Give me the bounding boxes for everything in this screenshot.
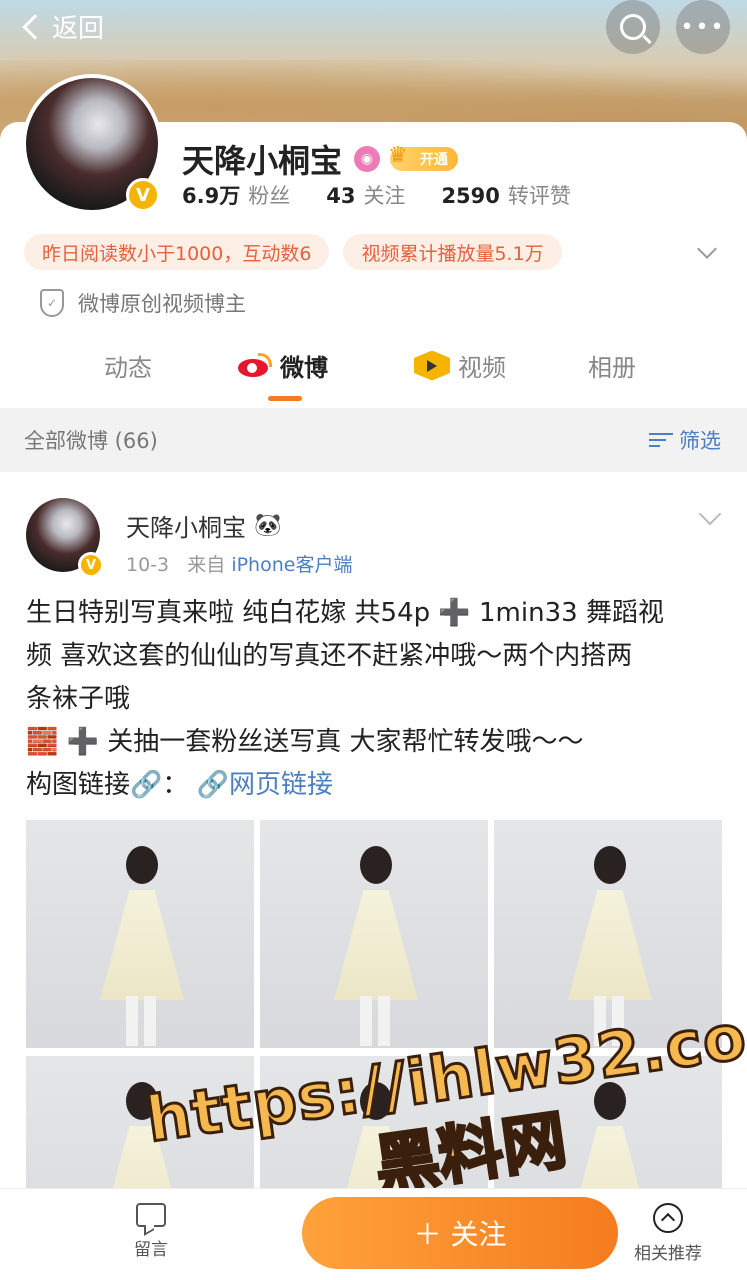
stat-value: 43 bbox=[326, 184, 356, 208]
post-menu-chevron-icon[interactable] bbox=[698, 502, 722, 526]
tab-video[interactable]: 视频 bbox=[414, 348, 506, 383]
photo-thumbnail[interactable] bbox=[494, 820, 722, 1048]
recommend-button[interactable]: 相关推荐 bbox=[634, 1203, 702, 1264]
photo-thumbnail[interactable] bbox=[26, 820, 254, 1048]
back-label: 返回 bbox=[52, 14, 105, 44]
stat-followers[interactable]: 6.9万 粉丝 bbox=[182, 180, 290, 210]
post-from-prefix: 来自 bbox=[187, 554, 226, 576]
profile-stats: 6.9万 粉丝 43 关注 2590 转评赞 bbox=[182, 180, 607, 210]
web-link[interactable]: 🔗网页链接 bbox=[197, 770, 333, 800]
stat-following[interactable]: 43 关注 bbox=[326, 180, 405, 210]
comment-icon bbox=[136, 1203, 166, 1227]
tab-label: 视频 bbox=[458, 354, 506, 382]
search-button[interactable] bbox=[606, 0, 660, 54]
filter-button[interactable]: 筛选 bbox=[649, 425, 721, 455]
more-button[interactable]: ••• bbox=[676, 0, 730, 54]
stat-label: 转评赞 bbox=[507, 184, 571, 208]
chevron-left-icon bbox=[22, 13, 48, 40]
post-line: 条袜子哦 bbox=[26, 684, 131, 714]
chevron-up-circle-icon bbox=[653, 1203, 683, 1233]
tag-video-plays[interactable]: 视频累计播放量5.1万 bbox=[343, 234, 562, 270]
shield-icon: ✓ bbox=[40, 289, 64, 317]
post-line: 🧱 ➕ 关抽一套粉丝送写真 大家帮忙转发哦～～ bbox=[26, 727, 584, 757]
video-play-icon bbox=[414, 350, 450, 381]
creator-badge-icon[interactable]: ◉ bbox=[354, 146, 381, 172]
filter-label: 筛选 bbox=[679, 429, 721, 453]
tab-album[interactable]: 相册 bbox=[588, 348, 636, 383]
post-link-line: 构图链接🔗： 🔗网页链接 bbox=[26, 764, 726, 807]
stat-label: 关注 bbox=[363, 184, 406, 208]
profile-name-row: 天降小桐宝 ◉ ♛ 开通 bbox=[182, 136, 459, 182]
post-author[interactable]: 天降小桐宝 🐼 bbox=[126, 508, 281, 543]
stat-value: 6.9万 bbox=[182, 184, 241, 208]
comment-label: 留言 bbox=[134, 1240, 168, 1260]
tab-label: 相册 bbox=[588, 354, 636, 382]
post-date: 10-3 bbox=[126, 554, 170, 576]
stat-value: 2590 bbox=[441, 184, 500, 208]
tab-dynamic[interactable]: 动态 bbox=[104, 348, 152, 383]
panda-emoji-icon: 🐼 bbox=[254, 513, 282, 538]
profile-name: 天降小桐宝 bbox=[182, 142, 343, 180]
comment-button[interactable]: 留言 bbox=[134, 1203, 168, 1260]
vip-label: 开通 bbox=[420, 152, 449, 168]
verified-badge-icon: V bbox=[78, 552, 104, 578]
follow-button[interactable]: ＋ 关注 bbox=[302, 1197, 618, 1269]
post-author-name: 天降小桐宝 bbox=[126, 514, 246, 542]
post-text: 生日特别写真来啦 纯白花嫁 共54p ➕ 1min33 舞蹈视 频 喜欢这套的仙… bbox=[26, 592, 726, 807]
search-icon bbox=[620, 14, 646, 40]
stat-label: 粉丝 bbox=[248, 184, 291, 208]
tab-weibo[interactable]: 微博 bbox=[238, 348, 328, 383]
tab-label: 动态 bbox=[104, 354, 152, 382]
back-button[interactable]: 返回 bbox=[18, 8, 104, 45]
filter-icon bbox=[649, 429, 673, 451]
tab-label: 微博 bbox=[280, 354, 328, 382]
more-dots-icon: ••• bbox=[680, 14, 726, 40]
crown-icon: ♛ bbox=[388, 143, 408, 168]
post-link-prefix: 构图链接🔗： bbox=[26, 770, 189, 800]
filter-bar: 全部微博 (66) 筛选 bbox=[0, 408, 747, 472]
bottom-action-bar: 留言 ＋ 关注 相关推荐 bbox=[0, 1188, 747, 1280]
active-tab-indicator bbox=[268, 396, 302, 401]
stat-engagement[interactable]: 2590 转评赞 bbox=[441, 180, 570, 210]
expand-chevron-icon[interactable] bbox=[697, 239, 717, 259]
certification[interactable]: ✓ 微博原创视频博主 bbox=[40, 288, 246, 318]
post-meta: 10-3 来自 iPhone客户端 bbox=[126, 550, 352, 577]
photo-thumbnail[interactable] bbox=[260, 820, 488, 1048]
verified-badge-icon: V bbox=[126, 178, 160, 212]
post-line: 生日特别写真来啦 纯白花嫁 共54p ➕ 1min33 舞蹈视 bbox=[26, 598, 664, 628]
post-line: 频 喜欢这套的仙仙的写真还不赶紧冲哦～两个内搭两 bbox=[26, 641, 633, 671]
tag-reads[interactable]: 昨日阅读数小于1000，互动数6 bbox=[24, 234, 330, 270]
all-posts-count: 全部微博 (66) bbox=[24, 429, 158, 453]
profile-tabs: 动态 微博 视频 相册 bbox=[0, 348, 747, 408]
weibo-logo-icon bbox=[238, 352, 272, 379]
profile-tags: 昨日阅读数小于1000，互动数6 视频累计播放量5.1万 bbox=[24, 234, 576, 270]
recommend-label: 相关推荐 bbox=[634, 1244, 702, 1264]
post-source[interactable]: iPhone客户端 bbox=[231, 554, 352, 576]
post-card: V 天降小桐宝 🐼 10-3 来自 iPhone客户端 生日特别写真来啦 纯白花… bbox=[0, 484, 747, 1280]
vip-open-button[interactable]: ♛ 开通 bbox=[388, 143, 459, 171]
certification-label: 微博原创视频博主 bbox=[78, 292, 246, 316]
